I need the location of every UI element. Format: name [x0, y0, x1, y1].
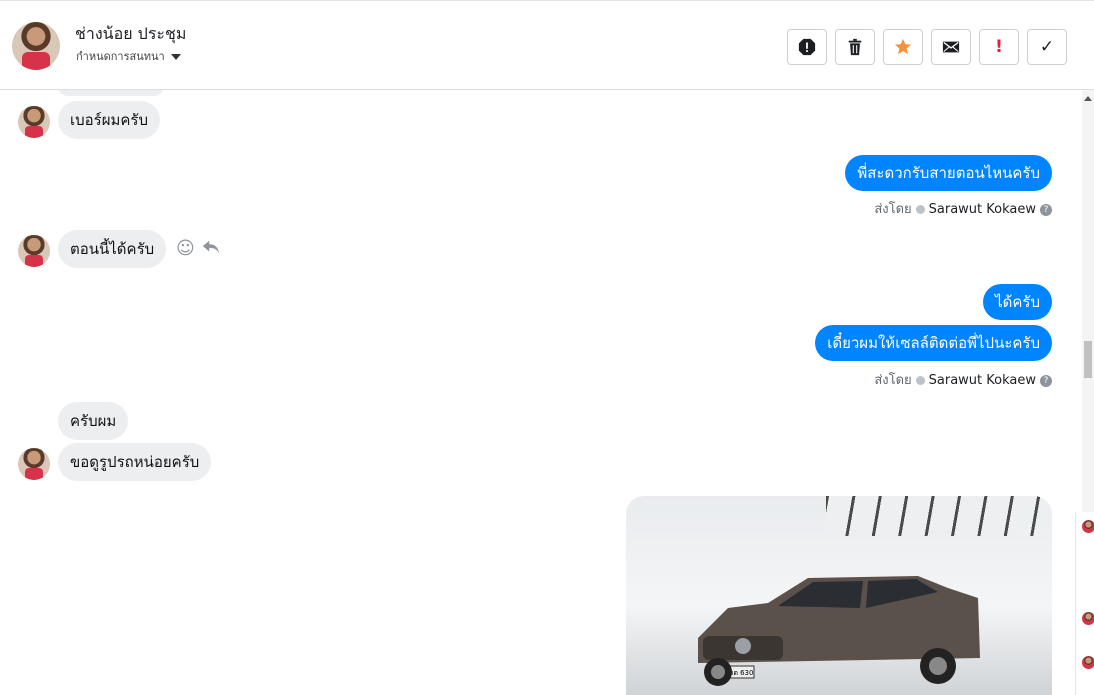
message-bubble[interactable]: ตอนนี้ได้ครับ	[58, 230, 167, 268]
sender-avatar	[18, 106, 50, 138]
mark-unread-button[interactable]	[931, 29, 971, 65]
schedule-label: กำหนดการสนทนา	[76, 50, 165, 63]
conversation-header: ช่างน้อย ประชุม กำหนดการสนทนา ! ✓	[0, 0, 1094, 90]
react-emoji-icon[interactable]: ☺	[176, 238, 195, 261]
side-conversation-strip	[1075, 512, 1094, 695]
check-icon: ✓	[1039, 37, 1055, 57]
conversation-avatar-mini[interactable]	[1082, 520, 1094, 533]
delete-button[interactable]	[835, 29, 875, 65]
important-button[interactable]: !	[979, 29, 1019, 65]
verified-icon	[915, 376, 925, 385]
message-actions: ☺	[176, 238, 221, 261]
important-icon: !	[995, 37, 1003, 57]
ceiling-lights	[826, 496, 1052, 536]
car-photo-attachment[interactable]: ขต 630	[626, 496, 1052, 695]
contact-name[interactable]: ช่างน้อย ประชุม	[75, 22, 186, 47]
caret-down-icon	[170, 54, 181, 60]
trash-icon	[848, 38, 862, 56]
help-icon[interactable]: ?	[1040, 374, 1052, 387]
scroll-up-icon[interactable]	[1084, 96, 1092, 101]
sender-avatar	[18, 448, 50, 480]
spam-icon	[798, 38, 816, 56]
message-bubble[interactable]: เดี๋ยวผมให้เซลล์ติดต่อพี่ไปนะครับ	[815, 325, 1052, 361]
conversation-avatar-mini[interactable]	[1082, 656, 1094, 669]
message-bubble-partial	[58, 90, 164, 96]
message-bubble[interactable]: เบอร์ผมครับ	[58, 101, 161, 139]
message-thread[interactable]: เบอร์ผมครับ พี่สะดวกรับสายตอนไหนครับ ส่ง…	[0, 90, 1082, 695]
conversation-avatar-mini[interactable]	[1082, 612, 1094, 625]
agent-name: Sarawut Kokaew	[928, 373, 1036, 388]
verified-icon	[915, 205, 925, 214]
done-button[interactable]: ✓	[1027, 29, 1067, 65]
pickup-truck-image: ขต 630	[698, 576, 980, 686]
mail-icon	[942, 41, 960, 53]
sent-by-label: ส่งโดย Sarawut Kokaew?	[874, 198, 1052, 219]
message-bubble[interactable]: ขอดูรูปรถหน่อยครับ	[58, 443, 212, 481]
conversation-actions: ! ✓	[787, 29, 1067, 65]
sent-by-prefix: ส่งโดย	[874, 373, 912, 388]
message-bubble[interactable]: ได้ครับ	[983, 284, 1052, 320]
sent-by-prefix: ส่งโดย	[874, 202, 912, 217]
conversation-schedule-dropdown[interactable]: กำหนดการสนทนา	[76, 47, 181, 65]
message-bubble[interactable]: ครับผม	[58, 402, 129, 440]
reply-icon[interactable]	[201, 238, 221, 261]
help-icon[interactable]: ?	[1040, 203, 1052, 216]
star-icon	[894, 38, 912, 55]
contact-avatar[interactable]	[12, 22, 60, 70]
star-button[interactable]	[883, 29, 923, 65]
license-plate: ขต 630	[729, 669, 754, 677]
spam-button[interactable]	[787, 29, 827, 65]
sent-by-label: ส่งโดย Sarawut Kokaew?	[874, 369, 1052, 390]
sender-avatar	[18, 235, 50, 267]
scroll-thumb[interactable]	[1084, 341, 1092, 378]
agent-name: Sarawut Kokaew	[928, 202, 1036, 217]
message-bubble[interactable]: พี่สะดวกรับสายตอนไหนครับ	[845, 155, 1052, 191]
